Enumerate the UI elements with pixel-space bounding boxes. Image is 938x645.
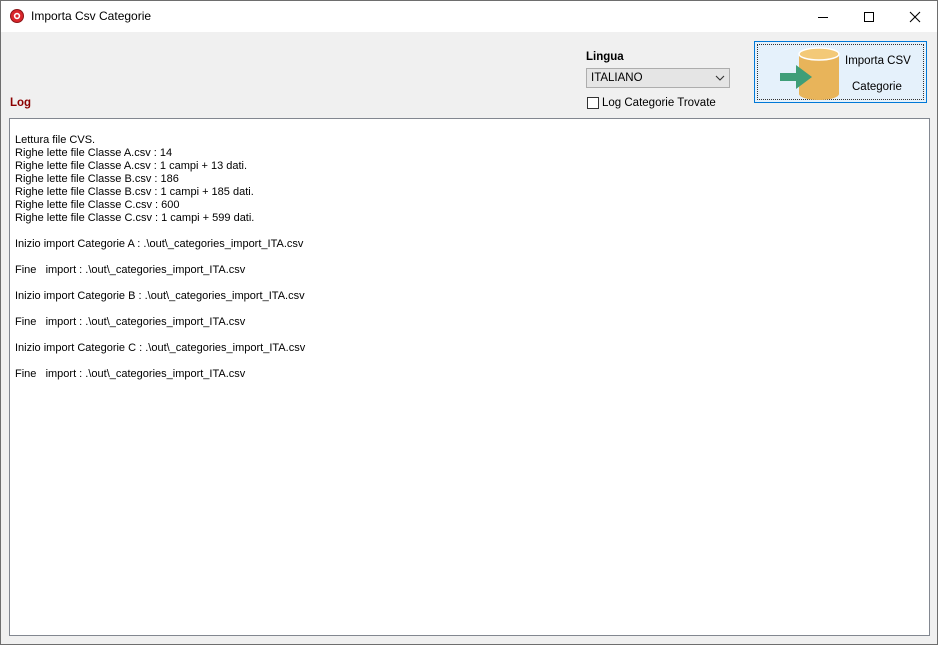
log-line: Righe lette file Classe B.csv : 186 [15, 173, 179, 185]
log-line [15, 329, 305, 342]
maximize-button[interactable] [846, 1, 892, 32]
log-line: Inizio import Categorie B : .\out\_categ… [15, 290, 305, 302]
log-line: Righe lette file Classe C.csv : 1 campi … [15, 212, 255, 224]
log-label: Log [10, 97, 32, 109]
import-button-label-line2: Categorie [852, 81, 902, 93]
close-button[interactable] [892, 1, 937, 32]
import-csv-categorie-button[interactable]: Importa CSV Categorie [754, 41, 927, 103]
chevron-down-icon [715, 75, 725, 81]
log-line: Righe lette file Classe B.csv : 1 campi … [15, 186, 254, 198]
app-red-circle-icon [10, 9, 24, 23]
database-import-icon [780, 47, 840, 100]
log-line: Righe lette file Classe A.csv : 14 [15, 147, 173, 159]
log-line: Inizio import Categorie C : .\out\_categ… [15, 342, 306, 354]
lingua-selected-value: ITALIANO [591, 72, 643, 84]
log-line [15, 303, 305, 316]
log-lines: Lettura file CVS. Righe lette file Class… [15, 134, 305, 381]
log-line: Fine import : .\out\_categories_import_I… [15, 368, 246, 380]
import-csv-window: Importa Csv Categorie Lingua ITALIANO Lo… [0, 0, 938, 645]
maximize-icon [864, 12, 874, 22]
minimize-button[interactable] [800, 1, 846, 32]
log-line: Righe lette file Classe A.csv : 1 campi … [15, 160, 248, 172]
log-line: Fine import : .\out\_categories_import_I… [15, 316, 246, 328]
log-line [15, 355, 305, 368]
log-line [15, 277, 305, 290]
log-line: Inizio import Categorie A : .\out\_categ… [15, 238, 304, 250]
log-line [15, 225, 305, 238]
minimize-icon [818, 17, 828, 18]
title-bar[interactable]: Importa Csv Categorie [1, 1, 937, 32]
close-icon [909, 11, 921, 23]
window-title: Importa Csv Categorie [31, 9, 152, 23]
log-line: Lettura file CVS. [15, 134, 96, 146]
log-line [15, 251, 305, 264]
log-categorie-trovate-checkbox[interactable] [587, 97, 599, 109]
lingua-label: Lingua [586, 51, 624, 63]
log-textarea[interactable]: Lettura file CVS. Righe lette file Class… [9, 118, 930, 636]
import-button-label-line1: Importa CSV [845, 55, 911, 67]
log-categorie-trovate-label[interactable]: Log Categorie Trovate [602, 97, 716, 109]
log-line: Fine import : .\out\_categories_import_I… [15, 264, 246, 276]
log-line: Righe lette file Classe C.csv : 600 [15, 199, 180, 211]
lingua-dropdown[interactable]: ITALIANO [586, 68, 730, 88]
